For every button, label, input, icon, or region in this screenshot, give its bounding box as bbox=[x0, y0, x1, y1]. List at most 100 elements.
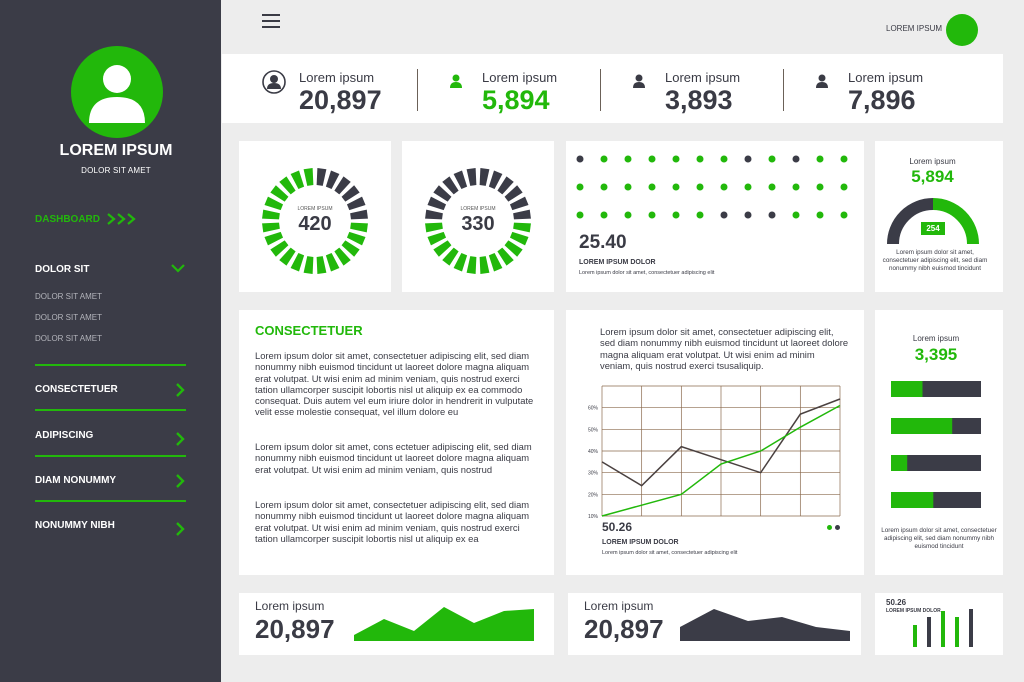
profile-name: LOREM IPSUM bbox=[59, 142, 173, 159]
bar bbox=[891, 418, 953, 434]
bar bbox=[941, 611, 945, 647]
chevron-right-icon bbox=[176, 522, 185, 536]
dot-point bbox=[720, 183, 728, 191]
sidebar-item-dolor-sit[interactable]: DOLOR SIT bbox=[35, 264, 185, 275]
user-icon bbox=[816, 74, 828, 88]
bar bbox=[955, 617, 959, 647]
bar bbox=[913, 625, 917, 647]
dot-point bbox=[720, 155, 728, 163]
line-value: 50.26 bbox=[602, 520, 633, 534]
stat-label: Lorem ipsum bbox=[482, 70, 558, 85]
sidebar-subitem-1[interactable]: DOLOR SIT AMET bbox=[35, 292, 102, 301]
ring-card: LOREM IPSUM 330 bbox=[402, 141, 554, 292]
stat-divider bbox=[783, 69, 784, 111]
dot-point bbox=[600, 155, 608, 163]
area-chart bbox=[680, 609, 850, 641]
user-icon bbox=[450, 74, 462, 88]
dot-point bbox=[816, 211, 824, 219]
y-tick-label: 40% bbox=[588, 449, 599, 455]
profile-avatar[interactable] bbox=[71, 46, 163, 138]
line-subtitle: Lorem ipsum dolor sit amet, consectetuer… bbox=[602, 550, 738, 556]
ring-label: LOREM IPSUM bbox=[297, 206, 333, 212]
gauge-text: Lorem ipsum dolor sit amet, consectetuer… bbox=[882, 249, 988, 272]
dot-point bbox=[576, 183, 584, 191]
mini-bars-value: 50.26 bbox=[886, 598, 907, 607]
area-shape bbox=[680, 609, 850, 641]
ring-segment bbox=[466, 256, 477, 274]
dot-point bbox=[768, 211, 776, 219]
sidebar-divider bbox=[35, 409, 186, 411]
dot-point bbox=[840, 211, 848, 219]
area-card: Lorem ipsum 20,897 bbox=[568, 593, 861, 655]
dot-point bbox=[792, 183, 800, 191]
text-paragraph: Lorem ipsum dolor sit amet, consectetuer… bbox=[255, 499, 530, 544]
legend-dot bbox=[835, 525, 840, 530]
hamburger-icon[interactable] bbox=[262, 14, 280, 32]
gauge-value: 5,894 bbox=[911, 167, 954, 186]
ring-label: LOREM IPSUM bbox=[460, 206, 496, 212]
text-paragraph: Lorem ipsum dolor sit amet, cons ectetue… bbox=[255, 441, 532, 475]
sidebar-item-consectetuer[interactable]: CONSECTETUER bbox=[35, 383, 185, 397]
bars-value: 3,395 bbox=[914, 345, 958, 364]
stat-divider bbox=[600, 69, 601, 111]
ring-segment bbox=[303, 256, 314, 274]
dots-title: LOREM IPSUM DOLOR bbox=[579, 259, 656, 266]
header-avatar[interactable] bbox=[946, 14, 978, 46]
sidebar-subitem-3[interactable]: DOLOR SIT AMET bbox=[35, 334, 102, 343]
sidebar-item-label: CONSECTETUER bbox=[35, 384, 118, 395]
line-chart-card: Lorem ipsum dolor sit amet, consectetuer… bbox=[566, 310, 864, 575]
sidebar-divider bbox=[35, 500, 186, 502]
sidebar-item-dashboard[interactable]: DASHBOARD bbox=[35, 212, 138, 226]
stat-item: Lorem ipsum 20,897 bbox=[262, 54, 422, 123]
chevron-down-icon bbox=[171, 264, 185, 273]
dot-point bbox=[768, 155, 776, 163]
stat-label: Lorem ipsum bbox=[299, 70, 375, 85]
y-tick-label: 50% bbox=[588, 427, 599, 433]
sidebar-subitem-2[interactable]: DOLOR SIT AMET bbox=[35, 313, 102, 322]
y-tick-label: 10% bbox=[588, 514, 599, 520]
sidebar-item-diam-nonummy[interactable]: DIAM NONUMMY bbox=[35, 474, 185, 488]
area-label: Lorem ipsum bbox=[584, 599, 654, 613]
bars-text: Lorem ipsum dolor sit amet, consectetuer… bbox=[881, 527, 997, 550]
dot-point bbox=[648, 211, 656, 219]
bar bbox=[891, 455, 908, 471]
dot-point bbox=[672, 183, 680, 191]
dot-point bbox=[792, 211, 800, 219]
mini-bar-chart bbox=[913, 609, 973, 647]
line-chart: 10% 20% 30% 40% 50% 60% bbox=[588, 385, 841, 520]
stat-label: Lorem ipsum bbox=[665, 70, 741, 85]
ring-value: 420 bbox=[298, 213, 332, 235]
line-intro: Lorem ipsum dolor sit amet, consectetuer… bbox=[600, 326, 849, 371]
stat-value: 3,893 bbox=[665, 85, 733, 115]
dot-point bbox=[744, 155, 752, 163]
dot-point bbox=[696, 211, 704, 219]
dot-point bbox=[624, 211, 632, 219]
dot-point bbox=[624, 155, 632, 163]
bar bbox=[891, 492, 934, 508]
ring-segment bbox=[303, 168, 314, 186]
dot-point bbox=[792, 155, 800, 163]
sidebar-item-label: DIAM NONUMMY bbox=[35, 475, 117, 486]
profile-subtitle: DOLOR SIT AMET bbox=[81, 166, 151, 175]
bar bbox=[927, 617, 931, 647]
user-icon bbox=[633, 74, 645, 88]
chevron-right-icon bbox=[176, 383, 185, 397]
dot-point bbox=[672, 211, 680, 219]
legend-dot bbox=[827, 525, 832, 530]
gauge-label: Lorem ipsum bbox=[909, 157, 956, 166]
stat-item: Lorem ipsum 3,893 bbox=[633, 54, 793, 123]
sidebar-item-label: ADIPISCING bbox=[35, 430, 94, 441]
dot-point bbox=[696, 155, 704, 163]
dot-point bbox=[576, 211, 584, 219]
text-card: CONSECTETUER Lorem ipsum dolor sit amet,… bbox=[239, 310, 554, 575]
stat-value: 5,894 bbox=[482, 85, 550, 115]
area-card: Lorem ipsum 20,897 bbox=[239, 593, 554, 655]
triple-chevron-right-icon bbox=[107, 213, 136, 225]
chevron-right-icon bbox=[176, 474, 185, 488]
stat-label: Lorem ipsum bbox=[848, 70, 924, 85]
ring-segment bbox=[479, 256, 490, 274]
sidebar-item-nonummy-nibh[interactable]: NONUMMY NIBH bbox=[35, 520, 185, 536]
sidebar-item-adipiscing[interactable]: ADIPISCING bbox=[35, 430, 185, 446]
header-user-name[interactable]: LOREM IPSUM bbox=[886, 24, 942, 33]
text-paragraph: Lorem ipsum dolor sit amet, consectetuer… bbox=[255, 350, 534, 418]
